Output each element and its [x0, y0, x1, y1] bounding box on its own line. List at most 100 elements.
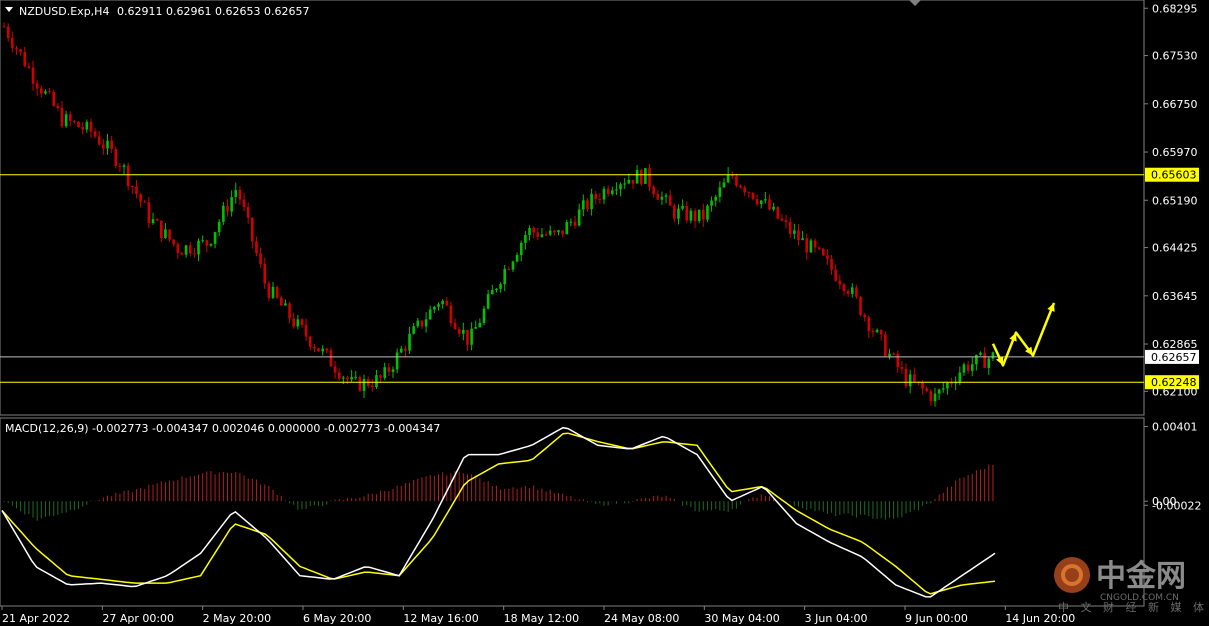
candle-body — [739, 185, 742, 188]
candle-body — [300, 319, 304, 326]
candle-body — [817, 247, 821, 249]
candle-body — [358, 376, 362, 391]
watermark: 中金网 中 文 财 经 新 媒 体 CNGOLD.COM.CN — [1054, 557, 1204, 614]
candle-body — [259, 253, 262, 265]
price-axis-label: 0.65190 — [1152, 194, 1198, 207]
candle-body — [35, 83, 39, 89]
candle-body — [453, 322, 457, 330]
candle-body — [176, 244, 180, 254]
candle-body — [412, 326, 415, 334]
candle-body — [321, 348, 324, 352]
candle-body — [81, 127, 84, 130]
candle-body — [205, 240, 209, 246]
candle-body — [966, 364, 970, 371]
candle-body — [660, 196, 664, 200]
candle-body — [73, 120, 76, 122]
candle-body — [52, 92, 56, 106]
candle-body — [275, 286, 279, 298]
candle-body — [2, 26, 6, 28]
candle-body — [515, 255, 519, 262]
candle-body — [346, 377, 349, 380]
candle-body — [437, 304, 440, 307]
candle-body — [184, 245, 188, 255]
candle-body — [569, 221, 573, 223]
time-axis-label: 2 May 20:00 — [203, 612, 271, 625]
time-axis-label: 18 May 12:00 — [504, 612, 579, 625]
candle-body — [590, 193, 593, 210]
candle-body — [416, 320, 420, 327]
candle-body — [979, 352, 982, 355]
watermark-url: CNGOLD.COM.CN — [1100, 593, 1179, 603]
candle-body — [292, 318, 295, 327]
price-axis-label: 0.65970 — [1152, 146, 1198, 159]
candle-body — [991, 352, 995, 359]
candle-body — [598, 198, 602, 200]
candle-body — [933, 393, 937, 402]
candle-body — [213, 232, 217, 244]
time-axis-label: 24 May 08:00 — [604, 612, 679, 625]
candle-body — [925, 388, 929, 392]
macd-axis-label: 0.00401 — [1152, 421, 1198, 434]
candle-body — [395, 352, 399, 370]
candle-body — [768, 199, 771, 210]
time-axis-label: 21 Apr 2022 — [2, 612, 70, 625]
chart-canvas: 0.656030.622480.62657 0.682950.675300.66… — [0, 0, 1204, 625]
candle-body — [308, 336, 312, 347]
candle-body — [251, 217, 254, 242]
candle-body — [586, 200, 589, 210]
candle-body — [329, 350, 333, 367]
candle-body — [27, 66, 31, 68]
candle-body — [606, 188, 610, 194]
candle-body — [528, 227, 531, 235]
candle-body — [155, 219, 159, 221]
candle-body — [222, 205, 225, 222]
candle-body — [673, 205, 676, 219]
price-axis-label: 0.68295 — [1152, 2, 1198, 15]
candle-body — [486, 294, 490, 309]
candle-body — [714, 196, 718, 201]
candle-body — [722, 182, 726, 188]
candle-body — [408, 333, 411, 351]
candlestick-series — [2, 22, 995, 407]
candle-body — [987, 358, 991, 368]
candle-body — [462, 329, 465, 334]
candle-body — [970, 364, 974, 371]
candle-body — [31, 67, 35, 84]
candle-body — [710, 200, 713, 206]
candle-body — [755, 199, 759, 204]
candle-body — [238, 189, 242, 200]
candle-body — [217, 221, 221, 233]
candle-body — [188, 245, 192, 254]
candle-body — [482, 308, 486, 323]
candle-body — [892, 353, 895, 355]
candle-body — [342, 377, 345, 379]
candle-body — [697, 209, 701, 222]
candle-body — [288, 303, 291, 319]
candle-body — [172, 239, 176, 245]
candle-body — [793, 230, 796, 234]
candle-body — [540, 234, 544, 237]
candle-body — [776, 206, 780, 219]
price-axis-label: 0.63645 — [1152, 290, 1198, 303]
candle-body — [631, 179, 635, 184]
candle-body — [656, 193, 660, 200]
candle-body — [946, 382, 949, 389]
candle-body — [801, 238, 804, 241]
candle-body — [702, 209, 705, 220]
candle-body — [507, 268, 511, 270]
candle-body — [362, 378, 366, 391]
candle-body — [826, 255, 829, 259]
dropdown-icon[interactable] — [5, 7, 13, 12]
symbol-title: NZDUSD.Exp,H4 — [19, 5, 109, 18]
price-axis-label: 0.67530 — [1152, 50, 1198, 63]
watermark-logo-icon — [1054, 557, 1090, 593]
price-axis-label: 0.64425 — [1152, 242, 1198, 255]
candle-body — [735, 176, 738, 186]
candle-body — [875, 329, 879, 332]
candle-body — [424, 319, 428, 327]
candle-body — [821, 248, 825, 256]
ohlc-values: 0.62911 0.62961 0.62653 0.62657 — [117, 5, 309, 18]
candle-body — [209, 243, 213, 246]
candle-body — [772, 206, 775, 210]
scroll-marker-icon[interactable] — [909, 0, 921, 6]
